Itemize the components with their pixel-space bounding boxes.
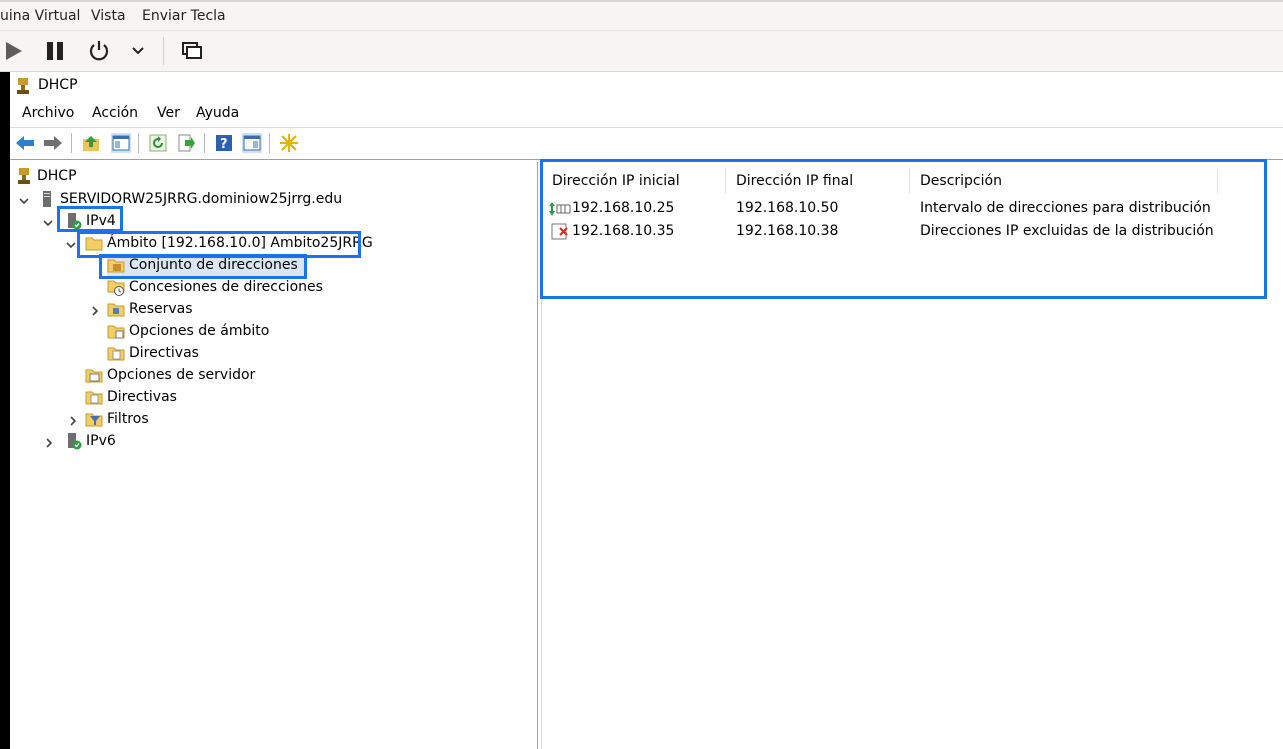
expand-filters-icon[interactable] <box>67 415 79 427</box>
tree-item-policies[interactable]: Directivas <box>85 386 177 408</box>
reservations-icon <box>107 300 125 318</box>
expand-ipv6-icon[interactable] <box>43 437 55 449</box>
menu-enviar-tecla[interactable]: Enviar Tecla <box>142 8 226 24</box>
ipv6-server-icon <box>64 432 82 450</box>
window-title: DHCP <box>38 77 78 93</box>
end-ip: 192.168.10.38 <box>736 223 839 239</box>
tree-item-label: Opciones de ámbito <box>129 323 270 339</box>
tree-item-label: SERVIDORW25JRRG.dominiow25jrrg.edu <box>60 191 343 207</box>
result-list: Dirección IP inicial Dirección IP final … <box>542 162 1283 749</box>
menu-accion[interactable]: Acción <box>92 105 138 121</box>
back-icon[interactable] <box>15 133 35 153</box>
tree-item-label: Opciones de servidor <box>107 367 256 383</box>
mmc-menubar: Archivo Acción Ver Ayuda <box>10 100 1283 128</box>
dhcp-icon <box>15 167 33 185</box>
tree-item-server[interactable]: SERVIDORW25JRRG.dominiow25jrrg.edu <box>38 188 342 210</box>
collapse-server-icon[interactable] <box>18 195 30 207</box>
collapse-ipv4-icon[interactable] <box>42 217 54 229</box>
column-description[interactable]: Descripción <box>910 168 1218 194</box>
tree-item-scope[interactable]: Ámbito [192.168.10.0] Ambito25JRRG <box>85 232 373 254</box>
scope-options-icon <box>107 322 125 340</box>
server-icon <box>38 190 56 208</box>
tree-item-label: Ámbito [192.168.10.0] Ambito25JRRG <box>107 235 373 251</box>
address-pool-icon <box>107 256 125 274</box>
forward-icon[interactable] <box>43 133 63 153</box>
pause-icon[interactable] <box>44 39 66 63</box>
ip-range-icon <box>549 201 571 221</box>
tree-item-scope-policies[interactable]: Directivas <box>107 342 199 364</box>
toolbar-separator <box>204 133 205 153</box>
tree-item-dhcp[interactable]: DHCP <box>15 165 77 187</box>
toolbar-separator <box>138 133 139 153</box>
tree-item-label: Directivas <box>107 389 177 405</box>
power-icon[interactable] <box>86 39 112 63</box>
menu-maquina-virtual[interactable]: uina Virtual <box>0 8 80 24</box>
guest-left-edge <box>0 72 10 749</box>
tree-item-reservations[interactable]: Reservas <box>107 298 193 320</box>
leases-icon <box>107 278 125 296</box>
policies-icon <box>107 344 125 362</box>
tree-item-leases[interactable]: Concesiones de direcciones <box>107 276 323 298</box>
tree-item-label: Filtros <box>107 411 149 427</box>
tree-item-label: Reservas <box>129 301 193 317</box>
svg-text:?: ? <box>220 137 228 152</box>
expand-reservations-icon[interactable] <box>89 305 101 317</box>
play-icon[interactable] <box>2 39 24 63</box>
show-tree-icon[interactable] <box>111 133 131 153</box>
menu-vista[interactable]: Vista <box>91 8 126 24</box>
start-ip: 192.168.10.25 <box>572 200 675 216</box>
export-list-icon[interactable] <box>176 133 196 153</box>
toolbar-separator <box>71 133 72 153</box>
ipv4-server-icon <box>64 212 82 230</box>
folder-icon <box>85 234 103 252</box>
policies-icon <box>85 388 103 406</box>
end-ip: 192.168.10.50 <box>736 200 839 216</box>
tree-item-ipv6[interactable]: IPv6 <box>64 430 116 452</box>
dhcp-icon <box>14 77 32 99</box>
tree-item-server-options[interactable]: Opciones de servidor <box>85 364 255 386</box>
mmc-toolbar: ? <box>10 128 1283 160</box>
menu-ayuda[interactable]: Ayuda <box>196 105 239 121</box>
column-start-ip[interactable]: Dirección IP inicial <box>542 168 726 194</box>
tree-item-label: DHCP <box>37 168 77 184</box>
screens-icon[interactable] <box>180 39 204 63</box>
help-icon[interactable]: ? <box>214 133 234 153</box>
tree-item-address-pool[interactable]: Conjunto de direcciones <box>107 254 304 276</box>
description: Intervalo de direcciones para distribuci… <box>920 200 1211 216</box>
tree-item-filters[interactable]: Filtros <box>85 408 149 430</box>
host-toolbar <box>0 31 1283 72</box>
tree-item-label: IPv4 <box>86 213 116 229</box>
server-options-icon <box>85 366 103 384</box>
host-menubar: uina Virtual Vista Enviar Tecla <box>0 0 1283 31</box>
refresh-icon[interactable] <box>148 133 168 153</box>
show-action-pane-icon[interactable] <box>242 133 262 153</box>
tree-item-label: Directivas <box>129 345 199 361</box>
exclusion-icon <box>551 223 571 245</box>
up-folder-icon[interactable] <box>81 133 101 153</box>
menu-ver[interactable]: Ver <box>157 105 180 121</box>
start-ip: 192.168.10.35 <box>572 223 675 239</box>
chevron-down-icon[interactable] <box>130 39 146 63</box>
console-tree: DHCP SERVIDORW25JRRG.dominiow25jrrg.edu … <box>10 162 538 749</box>
tree-item-label: Concesiones de direcciones <box>129 279 323 295</box>
collapse-scope-icon[interactable] <box>65 239 77 251</box>
new-icon[interactable] <box>279 133 299 153</box>
tree-item-ipv4[interactable]: IPv4 <box>64 210 116 232</box>
tree-item-label: IPv6 <box>86 433 116 449</box>
menu-archivo[interactable]: Archivo <box>22 105 74 121</box>
table-row[interactable]: 192.168.10.35 192.168.10.38 Direcciones … <box>542 220 1283 242</box>
toolbar-separator <box>269 133 270 153</box>
toolbar-separator <box>163 37 164 65</box>
filter-icon <box>85 410 103 428</box>
description: Direcciones IP excluidas de la distribuc… <box>920 223 1214 239</box>
tree-item-label: Conjunto de direcciones <box>129 257 298 273</box>
list-header: Dirección IP inicial Dirección IP final … <box>542 168 1283 194</box>
mmc-titlebar: DHCP <box>10 72 1283 100</box>
tree-item-scope-options[interactable]: Opciones de ámbito <box>107 320 269 342</box>
table-row[interactable]: 192.168.10.25 192.168.10.50 Intervalo de… <box>542 197 1283 219</box>
column-end-ip[interactable]: Dirección IP final <box>726 168 910 194</box>
